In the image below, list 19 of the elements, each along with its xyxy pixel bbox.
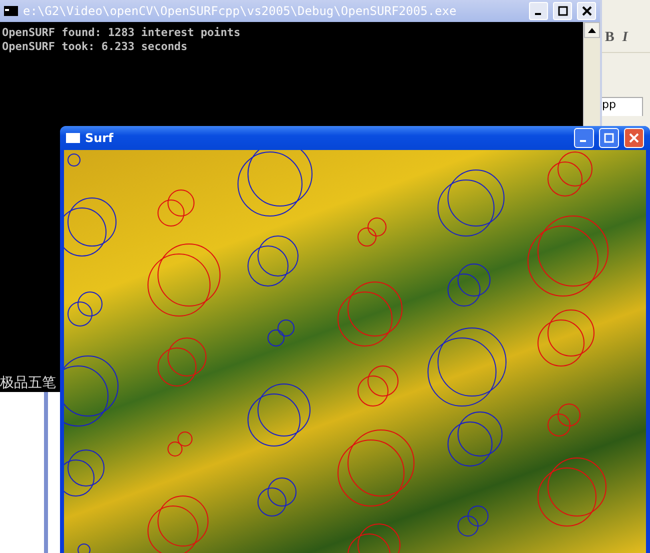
input-method-label: 极品五笔: [0, 374, 56, 392]
bold-button[interactable]: B: [605, 30, 614, 46]
scroll-up-button[interactable]: [584, 22, 600, 38]
close-button[interactable]: [577, 2, 596, 20]
maximize-button[interactable]: [553, 2, 572, 20]
console-output-line: OpenSURF found: 1283 interest points: [2, 26, 242, 40]
maximize-icon: [604, 133, 614, 143]
document-tab[interactable]: pp: [599, 97, 643, 116]
italic-button[interactable]: I: [622, 30, 628, 46]
up-arrow-icon: [588, 28, 596, 32]
console-output-line: OpenSURF took: 6.233 seconds: [2, 40, 188, 54]
close-icon: [582, 6, 592, 16]
close-icon: [629, 133, 639, 143]
minimize-button[interactable]: [529, 2, 548, 20]
console-icon: [4, 6, 18, 16]
maximize-icon: [558, 6, 568, 16]
window-title: e:\G2\Video\openCV\OpenSURFcpp\vs2005\Debug\OpenSURF2005.exe: [23, 4, 458, 18]
window-icon: [66, 133, 80, 143]
window-title: Surf: [85, 131, 114, 145]
